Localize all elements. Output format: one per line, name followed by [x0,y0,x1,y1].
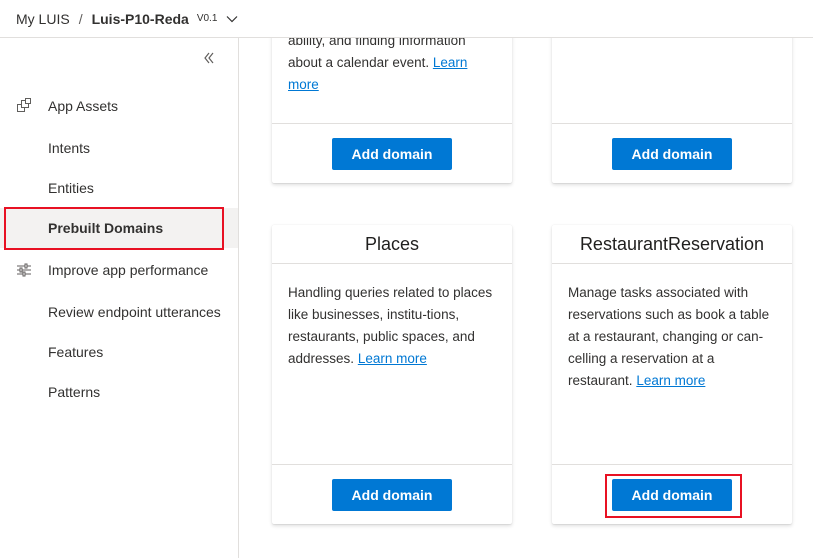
domain-description: ability, and finding information about a… [288,38,468,92]
add-domain-button[interactable]: Add domain [332,478,452,511]
sidebar-item-improve-app-performance[interactable]: Improve app performance [0,250,238,290]
top-bar: My LUIS / Luis-P10-Reda V0.1 [0,0,813,38]
sidebar: App Assets Intents Entities Prebuilt Dom… [0,38,239,558]
sliders-icon [16,262,32,278]
sidebar-item-entities[interactable]: Entities [0,168,238,208]
learn-more-link[interactable]: Learn more [636,373,705,388]
sidebar-item-app-assets[interactable]: App Assets [0,86,238,126]
domain-card: ability, and finding information about a… [272,38,512,183]
sidebar-item-label: Patterns [48,384,101,400]
card-footer: Add domain [272,464,512,524]
learn-more-link[interactable]: more [288,77,319,92]
domain-card: Add domain [552,38,792,183]
domain-card-restaurant-reservation: RestaurantReservation Manage tasks assoc… [552,225,792,524]
app-assets-icon [16,98,32,114]
card-footer: Add domain [552,464,792,524]
app-version: V0.1 [196,13,218,24]
app-name[interactable]: Luis-P10-Reda [92,11,189,27]
sidebar-item-label: Improve app performance [48,262,209,278]
domain-description: Manage tasks associated with reservation… [568,285,770,388]
sidebar-item-label: Review endpoint utterances [48,304,221,320]
main-content: ability, and finding information about a… [240,38,813,558]
breadcrumb-my-luis[interactable]: My LUIS [16,11,70,27]
learn-more-link[interactable]: Learn more [358,351,427,366]
sidebar-item-intents[interactable]: Intents [0,128,238,168]
sidebar-item-label: Entities [48,180,94,196]
add-domain-button[interactable]: Add domain [612,478,732,511]
sidebar-item-label: Prebuilt Domains [48,220,164,236]
sidebar-item-patterns[interactable]: Patterns [0,372,238,412]
add-domain-button[interactable]: Add domain [612,137,732,170]
sidebar-item-label: App Assets [48,98,119,114]
collapse-sidebar-icon[interactable] [200,50,218,66]
sidebar-item-prebuilt-domains[interactable]: Prebuilt Domains [0,208,238,248]
sidebar-item-label: Features [48,344,104,360]
sidebar-item-features[interactable]: Features [0,332,238,372]
sidebar-item-label: Intents [48,140,91,156]
domain-card-places: Places Handling queries related to place… [272,225,512,524]
domain-title: Places [272,225,512,264]
card-footer: Add domain [272,123,512,183]
breadcrumb-separator: / [78,10,83,27]
card-footer: Add domain [552,123,792,183]
learn-more-link[interactable]: Learn [433,55,468,70]
domain-description: Handling queries related to places like … [288,285,493,366]
domain-title: RestaurantReservation [552,225,792,264]
sidebar-item-review-endpoint-utterances[interactable]: Review endpoint utterances [0,292,238,332]
chevron-down-icon[interactable] [225,12,239,26]
add-domain-button[interactable]: Add domain [332,137,452,170]
